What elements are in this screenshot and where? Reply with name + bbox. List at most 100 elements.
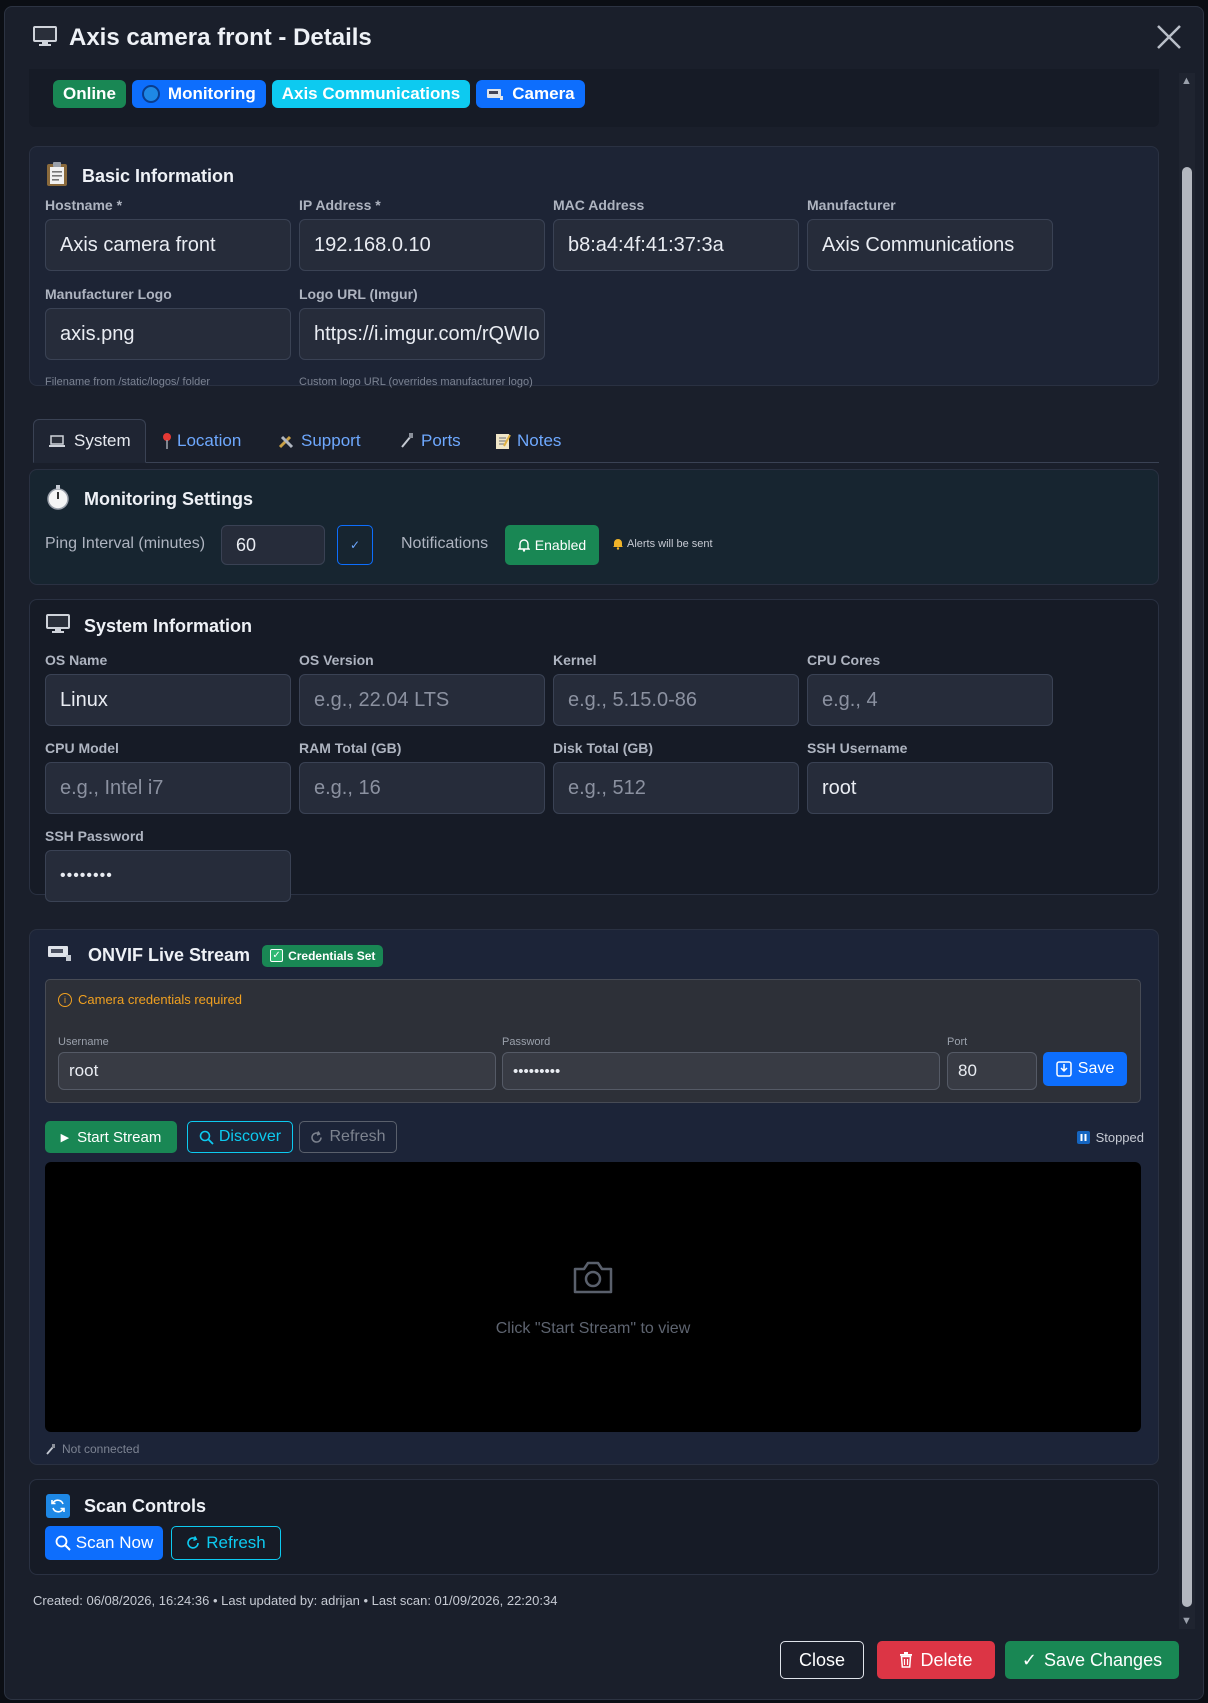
modal-title: Axis camera front - Details [69,24,372,51]
close-button[interactable]: Close [780,1641,864,1679]
camera-outline-icon [571,1259,615,1300]
save-changes-button[interactable]: ✓ Save Changes [1005,1641,1179,1679]
scrollbar-thumb[interactable] [1182,167,1192,1607]
logo-url-label: Logo URL (Imgur) [299,286,418,302]
ping-interval-input[interactable]: 60 [221,525,325,565]
start-stream-button[interactable]: ▶ Start Stream [45,1121,177,1153]
trash-icon [899,1652,913,1668]
manufacturer-label: Manufacturer [807,197,896,213]
ssh-username-input[interactable]: root [807,762,1053,814]
type-badge: Camera [476,80,585,108]
stream-viewer-hint: Click "Start Stream" to view [495,1320,691,1337]
onvif-port-input[interactable]: 80 [947,1052,1037,1090]
refresh-icon [46,1494,70,1518]
manufacturer-input[interactable]: Axis Communications [807,219,1053,271]
cpu-model-label: CPU Model [45,740,119,756]
credentials-set-badge: ✓ Credentials Set [262,944,384,967]
camera-icon [46,943,74,968]
delete-label: Delete [920,1649,973,1670]
online-badge: Online [53,80,126,108]
onvif-stream-card: ONVIF Live Stream ✓ Credentials Set i Ca… [29,929,1159,1465]
stream-status-text: Stopped [1095,1130,1144,1145]
save-changes-label: Save Changes [1044,1649,1163,1670]
type-badge-label: Camera [512,84,575,103]
download-icon [1056,1061,1072,1077]
notifications-toggle-label: Enabled [534,537,587,553]
logo-hint: Filename from /static/logos/ folder [45,376,211,388]
onvif-username-input[interactable]: root [58,1052,496,1090]
ssh-password-input[interactable]: •••••••• [45,850,291,902]
save-credentials-label: Save [1077,1060,1115,1077]
pin-icon [161,432,173,450]
tab-ports[interactable]: Ports [399,419,461,463]
modal-header: Axis camera front - Details [5,7,1203,69]
device-tabs: System Location Support Ports Notes [33,419,1159,463]
scan-refresh-label: Refresh [206,1533,266,1552]
monitor-icon [46,614,70,639]
scroll-down-arrow[interactable]: ▼ [1181,1615,1192,1627]
disk-input[interactable]: e.g., 512 [553,762,799,814]
plug-icon [399,432,415,450]
camera-icon [486,87,504,101]
notifications-toggle-button[interactable]: Enabled [505,525,599,565]
kernel-input[interactable]: e.g., 5.15.0-86 [553,674,799,726]
tab-support[interactable]: Support [277,419,361,463]
cpu-cores-input[interactable]: e.g., 4 [807,674,1053,726]
tab-location[interactable]: Location [161,419,241,463]
notifications-label: Notifications [401,535,489,552]
tab-ports-label: Ports [421,431,461,450]
cpu-model-input[interactable]: e.g., Intel i7 [45,762,291,814]
credentials-set-label: Credentials Set [288,948,376,963]
modal-scrollbar[interactable]: ▲ ▼ [1179,73,1195,1629]
monitoring-header: Monitoring Settings [46,484,253,515]
delete-button[interactable]: Delete [877,1641,995,1679]
ping-interval-label: Ping Interval (minutes) [45,535,206,552]
logo-filename-input[interactable]: axis.png [45,308,291,360]
scan-refresh-button[interactable]: Refresh [171,1526,281,1560]
connection-status: Not connected [45,1442,139,1456]
stream-status: Stopped [1076,1130,1144,1145]
clipboard-icon [46,161,68,192]
tab-system[interactable]: System [33,419,146,463]
credentials-warning-text: Camera credentials required [78,992,243,1007]
memo-icon [495,432,511,450]
ping-interval-apply-button[interactable]: ✓ [337,525,373,565]
mac-address-input[interactable]: b8:a4:4f:41:37:3a [553,219,799,271]
check-icon: ✓ [349,538,361,552]
onvif-port-label: Port [947,1036,968,1048]
ssh-username-label: SSH Username [807,740,908,756]
refresh-icon [310,1130,323,1144]
ip-label: IP Address * [299,197,381,213]
ram-input[interactable]: e.g., 16 [299,762,545,814]
scan-now-button[interactable]: Scan Now [45,1526,163,1560]
onvif-username-label: Username [58,1036,109,1048]
play-icon: ▶ [60,1131,70,1144]
ip-address-input[interactable]: 192.168.0.10 [299,219,545,271]
monitoring-title: Monitoring Settings [84,489,253,509]
os-version-input[interactable]: e.g., 22.04 LTS [299,674,545,726]
hostname-input[interactable]: Axis camera front [45,219,291,271]
stream-refresh-button[interactable]: Refresh [299,1121,397,1153]
search-icon [199,1130,214,1145]
mac-label: MAC Address [553,197,645,213]
save-credentials-button[interactable]: Save [1043,1052,1127,1086]
monitoring-badge: Monitoring [131,80,266,108]
logo-label: Manufacturer Logo [45,286,172,302]
scroll-up-arrow[interactable]: ▲ [1181,75,1192,87]
tools-icon [277,432,295,450]
onvif-password-input[interactable]: ••••••••• [502,1052,940,1090]
logo-url-input[interactable]: https://i.imgur.com/rQWIo [299,308,545,360]
stream-viewer[interactable]: Click "Start Stream" to view [45,1162,1141,1432]
tab-notes-label: Notes [517,431,562,450]
tab-notes[interactable]: Notes [495,419,561,463]
discover-button[interactable]: Discover [187,1121,293,1153]
hostname-label: Hostname * [45,197,123,213]
scan-now-label: Scan Now [75,1533,154,1552]
onvif-header: ONVIF Live Stream ✓ Credentials Set [46,943,384,968]
alerts-text: Alerts will be sent [627,538,713,550]
refresh-icon [186,1536,200,1550]
scan-controls-header: Scan Controls [46,1494,206,1518]
os-name-input[interactable]: Linux [45,674,291,726]
close-icon[interactable] [1153,21,1185,53]
monitoring-settings-card: Monitoring Settings Ping Interval (minut… [29,469,1159,585]
